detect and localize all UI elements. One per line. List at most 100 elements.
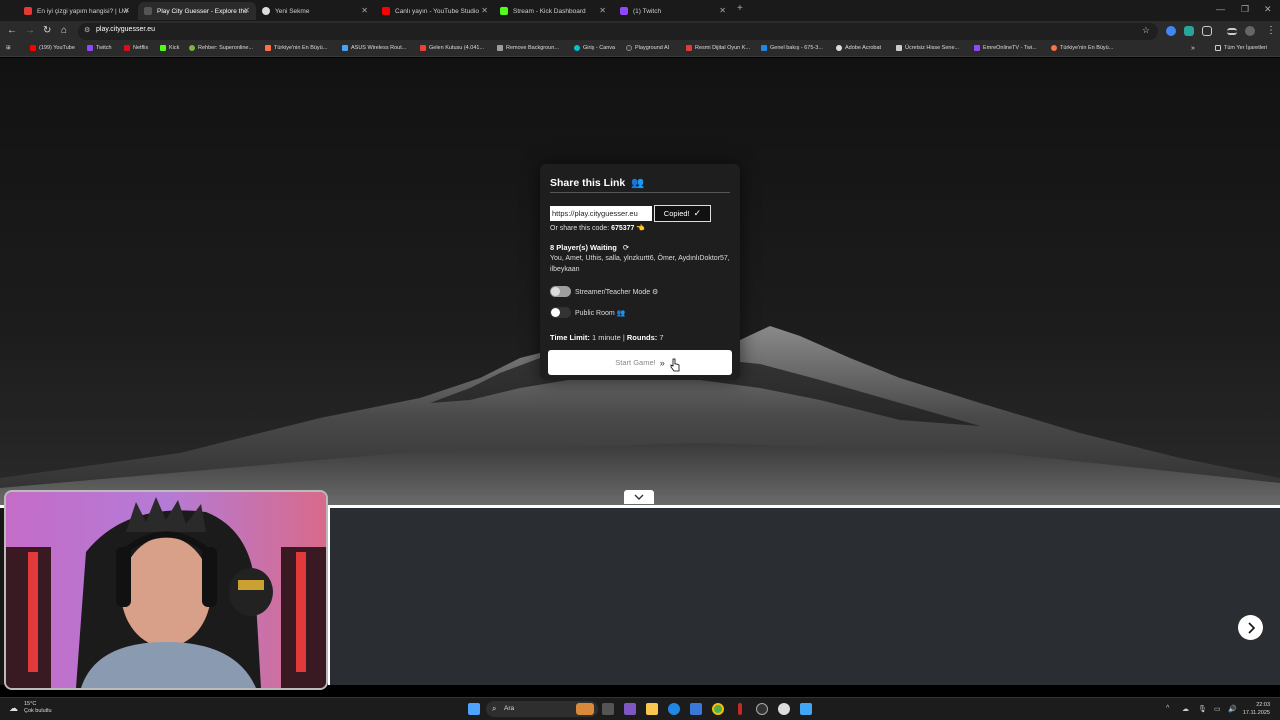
- more-bookmarks-button[interactable]: »: [1191, 45, 1195, 52]
- tab-cityguesser[interactable]: Play City Guesser - Explore the ✕: [138, 2, 256, 20]
- app-icon[interactable]: [738, 703, 742, 715]
- bookmark-item[interactable]: Giriş - Canva: [574, 45, 615, 51]
- bookmark-item[interactable]: Türkiye'nin En Büyü...: [265, 45, 327, 51]
- taskbar-clock[interactable]: 22:03 17.11.2025: [1243, 701, 1270, 717]
- bookmark-item[interactable]: ASUS Wireless Rout...: [342, 45, 406, 51]
- extension-icon[interactable]: [1166, 26, 1176, 36]
- next-button[interactable]: [1238, 615, 1263, 640]
- settings-icon[interactable]: [778, 703, 790, 715]
- address-bar[interactable]: ⚙ play.cityguesser.eu ☆: [78, 23, 1158, 40]
- tab-new[interactable]: Yeni Sekme ✕: [256, 2, 374, 20]
- translate-icon[interactable]: [1184, 26, 1194, 36]
- bookmark-item[interactable]: Genel bakış - 675-3...: [761, 45, 823, 51]
- windows-taskbar: ☁ 15°C Çok bulutlu ⌕ Ara ^ ☁ 🎙 ▭ 🔊 22:03…: [0, 697, 1280, 720]
- bookmark-item[interactable]: Kick: [160, 45, 179, 51]
- onedrive-icon[interactable]: ☁: [1182, 705, 1189, 713]
- edge-icon[interactable]: [668, 703, 680, 715]
- close-icon[interactable]: ✕: [599, 6, 606, 15]
- bookmark-item[interactable]: Resmi Dijital Oyun K...: [686, 45, 750, 51]
- bookmark-item[interactable]: Playground AI: [626, 45, 669, 51]
- close-icon[interactable]: ✕: [361, 6, 368, 15]
- player-list: You, Amet, Uthis, salla, ylnzkurtt6, Öme…: [550, 255, 730, 273]
- apps-grid-icon[interactable]: ⊞: [6, 45, 11, 51]
- close-icon[interactable]: ✕: [243, 6, 250, 15]
- home-icon[interactable]: ⌂: [61, 25, 67, 36]
- url-text[interactable]: play.cityguesser.eu: [96, 26, 155, 33]
- public-room-toggle[interactable]: [550, 307, 571, 318]
- extensions-puzzle-icon[interactable]: [1202, 26, 1212, 36]
- bookmark-item[interactable]: EmreOnlineTV - Twi...: [974, 45, 1037, 51]
- weather-widget[interactable]: 15°C Çok bulutlu: [10, 701, 52, 715]
- bookmark-item[interactable]: Ücretsiz Hisse Sene...: [896, 45, 959, 51]
- toggle-knob: [551, 287, 560, 296]
- streamer-mode-toggle[interactable]: [550, 286, 571, 297]
- share-link-input[interactable]: [550, 206, 652, 221]
- tab-youtube-studio[interactable]: Canlı yayın - YouTube Studio ✕: [376, 2, 494, 20]
- bookmark-item[interactable]: Remove Backgroun...: [497, 45, 559, 51]
- collapse-panel-button[interactable]: [624, 490, 654, 504]
- address-bar-row: ← → ↻ ⌂ ⚙ play.cityguesser.eu ☆ ⋮: [0, 21, 1280, 42]
- back-icon[interactable]: ←: [7, 25, 17, 36]
- forward-icon[interactable]: →: [25, 25, 35, 36]
- close-icon[interactable]: ✕: [123, 6, 130, 15]
- star-icon[interactable]: ☆: [1142, 25, 1150, 36]
- asus-icon: [342, 45, 348, 51]
- power-icon: [189, 45, 195, 51]
- copy-link-button[interactable]: Copied! ✓: [654, 205, 711, 222]
- share-code: 675377: [611, 225, 635, 232]
- new-tab-button[interactable]: +: [737, 3, 743, 14]
- tab-kick[interactable]: Stream - Kick Dashboard ✕: [494, 2, 612, 20]
- tab-title: Canlı yayın - YouTube Studio: [395, 7, 479, 15]
- reload-icon[interactable]: ↻: [43, 25, 51, 36]
- users-icon: 👥: [616, 310, 626, 317]
- app-icon[interactable]: [800, 703, 812, 715]
- close-icon[interactable]: ✕: [719, 6, 726, 15]
- microphone-icon[interactable]: 🎙: [1198, 705, 1207, 713]
- menu-icon[interactable]: ⋮: [1266, 25, 1276, 36]
- downloads-icon[interactable]: [1227, 28, 1237, 35]
- minimize-icon[interactable]: —: [1216, 4, 1225, 14]
- task-view-icon[interactable]: [602, 703, 614, 715]
- taskbar-search[interactable]: ⌕ Ara: [486, 701, 598, 717]
- tab-uw[interactable]: En iyi çizgi yapım hangisi? | Uw ✕: [18, 2, 136, 20]
- kick-icon: [160, 45, 166, 51]
- profile-avatar[interactable]: [1245, 26, 1255, 36]
- bookmark-item[interactable]: Türkiye'nin En Büyü...: [1051, 45, 1113, 51]
- bookmark-item[interactable]: Rehber: Superonline...: [189, 45, 253, 51]
- bookmark-item[interactable]: (199) YouTube: [30, 45, 75, 51]
- close-icon[interactable]: ✕: [481, 6, 488, 15]
- bookmark-item[interactable]: Netflix: [124, 45, 148, 51]
- maximize-icon[interactable]: ❐: [1241, 4, 1249, 15]
- store-icon[interactable]: [690, 703, 702, 715]
- share-code-text: Or share this code: 675377 👈: [550, 225, 646, 232]
- hand-cursor-icon: [670, 358, 680, 372]
- canva-icon: [574, 45, 580, 51]
- tab-twitch[interactable]: (1) Twitch ✕: [614, 2, 732, 20]
- teams-icon[interactable]: [624, 703, 636, 715]
- bookmark-item[interactable]: Gelen Kutusu (4.041...: [420, 45, 484, 51]
- start-icon[interactable]: [468, 703, 480, 715]
- volume-icon[interactable]: 🔊: [1228, 705, 1237, 713]
- chrome-icon[interactable]: [712, 703, 724, 715]
- webcam-overlay: [4, 490, 328, 690]
- file-explorer-icon[interactable]: [646, 703, 658, 715]
- adobe-icon: [836, 45, 842, 51]
- close-window-icon[interactable]: ✕: [1264, 4, 1272, 15]
- tab-title: Play City Guesser - Explore the: [157, 7, 248, 15]
- network-icon[interactable]: ▭: [1214, 705, 1221, 713]
- tray-chevron-up-icon[interactable]: ^: [1166, 705, 1169, 712]
- players-waiting: 8 Player(s) Waiting ⟳: [550, 243, 630, 252]
- tab-bar: En iyi çizgi yapım hangisi? | Uw ✕ Play …: [0, 0, 1280, 21]
- all-bookmarks-button[interactable]: Tüm Yer İşaretleri: [1215, 45, 1267, 51]
- site-icon: [686, 45, 692, 51]
- obs-icon[interactable]: [756, 703, 768, 715]
- site-info-icon[interactable]: ⚙: [84, 26, 90, 34]
- checkmark-icon: ✓: [693, 208, 702, 218]
- site-icon: [896, 45, 902, 51]
- bookmark-item[interactable]: Twitch: [87, 45, 112, 51]
- start-game-button[interactable]: Start Game! »: [548, 350, 732, 375]
- netflix-icon: [124, 45, 130, 51]
- double-chevron-right-icon: »: [659, 357, 665, 368]
- bookmark-item[interactable]: Adobe Acrobat: [836, 45, 881, 51]
- users-icon: 👥: [631, 177, 645, 189]
